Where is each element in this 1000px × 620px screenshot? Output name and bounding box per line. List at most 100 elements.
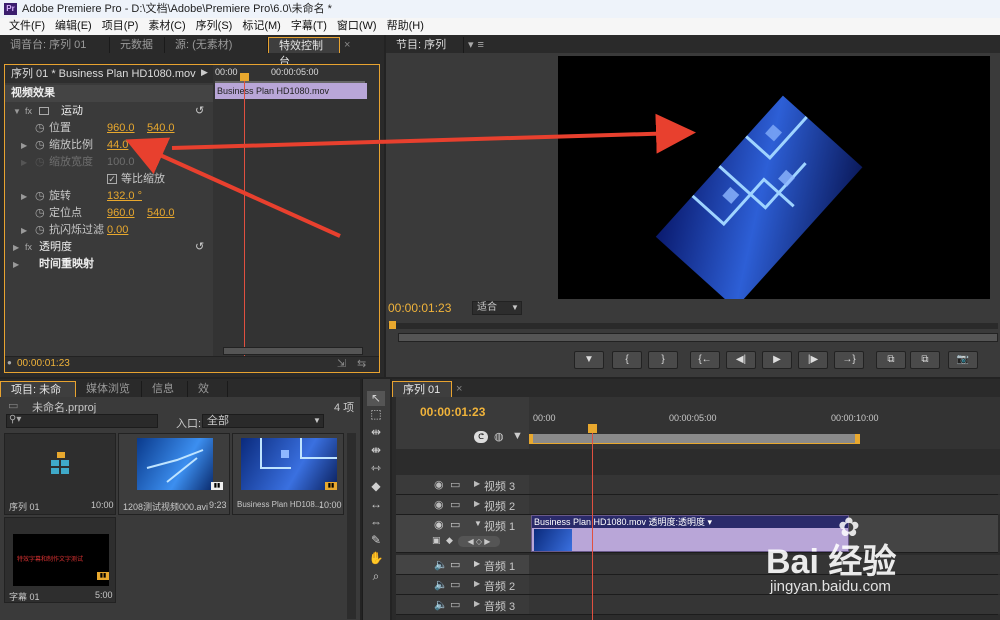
tab-effects[interactable]: 效果: [188, 381, 228, 411]
stopwatch-icon[interactable]: ◷: [35, 188, 45, 205]
speaker-icon[interactable]: 🔈: [434, 578, 448, 591]
expand-triangle-icon[interactable]: ▶: [474, 579, 480, 588]
expand-triangle-icon[interactable]: ▶: [13, 256, 19, 273]
add-marker-button[interactable]: ▼: [574, 351, 604, 369]
project-item-avi[interactable]: ▮▮ 1208测试视频000.avi 9:23: [118, 433, 230, 515]
marker-globe-icon[interactable]: ◍: [494, 430, 504, 443]
stopwatch-icon[interactable]: ◷: [35, 137, 45, 154]
work-area-end-handle[interactable]: [855, 434, 860, 444]
tab-audio-mixer[interactable]: 调音台: 序列 01: [0, 37, 110, 53]
program-video-frame[interactable]: [558, 56, 990, 299]
stopwatch-icon[interactable]: ◷: [35, 205, 45, 222]
menu-marker[interactable]: 标记(M): [237, 18, 286, 35]
ripple-edit-tool-icon[interactable]: ⇹: [367, 425, 385, 440]
menu-clip[interactable]: 素材(C): [143, 18, 190, 35]
tab-effect-controls[interactable]: 特效控制台: [268, 37, 340, 68]
reset-icon[interactable]: ↺: [195, 239, 204, 256]
position-y-value[interactable]: 540.0: [147, 120, 175, 137]
track-select-tool-icon[interactable]: ⬚: [367, 407, 385, 422]
tab-project[interactable]: 项目: 未命名: [0, 381, 76, 412]
expand-triangle-icon[interactable]: ▶: [474, 479, 480, 488]
keyframe-display-icon[interactable]: ▣: [432, 535, 441, 546]
export-frame-button[interactable]: 📷: [948, 351, 978, 369]
expand-triangle-icon[interactable]: ▶: [21, 188, 27, 205]
expand-triangle-icon[interactable]: ▼: [13, 103, 21, 120]
speaker-icon[interactable]: 🔈: [434, 598, 448, 611]
expand-triangle-icon[interactable]: ▶: [21, 137, 27, 154]
speaker-icon[interactable]: 🔈: [434, 558, 448, 571]
panel-menu-icon[interactable]: ×: [340, 37, 350, 53]
keyframe-toggle[interactable]: ◀ ◇ ▶: [458, 536, 500, 547]
rate-stretch-tool-icon[interactable]: ⇿: [367, 461, 385, 476]
rotation-value[interactable]: 132.0 °: [107, 188, 142, 205]
keyframe-nav-icon[interactable]: ◆: [446, 535, 453, 546]
lock-icon[interactable]: ▭: [450, 498, 460, 511]
track-video-3[interactable]: ◉ ▭ ▶ 视频 3: [396, 475, 1000, 495]
entry-dropdown[interactable]: 全部 ▼: [202, 414, 324, 428]
mark-out-button[interactable]: }: [648, 351, 678, 369]
extract-button[interactable]: ⧉: [910, 351, 940, 369]
work-area-bar[interactable]: [529, 434, 857, 444]
motion-transform-icon[interactable]: [39, 107, 49, 115]
lock-icon[interactable]: ▭: [450, 578, 460, 591]
play-button[interactable]: ▶: [762, 351, 792, 369]
add-marker-icon[interactable]: ▼: [512, 430, 523, 442]
stopwatch-icon[interactable]: ◷: [35, 120, 45, 137]
project-search-input[interactable]: ⚲▾: [6, 414, 158, 428]
menu-project[interactable]: 项目(P): [97, 18, 144, 35]
menu-file[interactable]: 文件(F): [4, 18, 50, 35]
go-to-out-button[interactable]: →}: [834, 351, 864, 369]
loop-icon[interactable]: ⇆: [357, 357, 366, 370]
uniform-scale-checkbox[interactable]: ✓: [107, 174, 117, 184]
motion-row[interactable]: ▼ fx 运动 ↺: [5, 103, 213, 120]
work-area-start-handle[interactable]: [529, 434, 533, 444]
menu-help[interactable]: 帮助(H): [382, 18, 429, 35]
time-remap-row[interactable]: ▶ 时间重映射: [5, 256, 213, 273]
close-icon[interactable]: ×: [452, 381, 462, 397]
tab-metadata[interactable]: 元数据: [110, 37, 165, 53]
play-only-clip-icon[interactable]: ▶: [201, 67, 208, 78]
lift-button[interactable]: ⧉: [876, 351, 906, 369]
project-scrollbar[interactable]: [347, 433, 356, 619]
timeline-ruler[interactable]: 00:00 00:00:05:00 00:00:10:00: [529, 397, 1000, 449]
expand-triangle-icon[interactable]: ▶: [21, 222, 27, 239]
export-frame-icon[interactable]: ⇲: [337, 357, 346, 370]
effect-playhead-handle[interactable]: [240, 73, 249, 81]
snap-icon[interactable]: ᕦ: [474, 431, 488, 443]
program-scrollbar[interactable]: [398, 333, 998, 342]
program-timecode[interactable]: 00:00:01:23: [388, 301, 451, 315]
project-item-business-plan[interactable]: ▮▮ Business Plan HD108... 10:00: [232, 433, 344, 515]
menu-edit[interactable]: 编辑(E): [50, 18, 97, 35]
program-mini-ruler[interactable]: [388, 323, 998, 329]
stopwatch-icon[interactable]: ◷: [35, 222, 45, 239]
tab-program[interactable]: 节目: 序列 01: [386, 37, 464, 67]
project-item-title[interactable]: 特效字幕和制作文字测试 ▮▮ 字幕 01 5:00: [4, 517, 116, 603]
timeline-playhead-handle[interactable]: [588, 424, 597, 433]
antiflicker-value[interactable]: 0.00: [107, 222, 128, 239]
hand-tool-icon[interactable]: ✋: [367, 551, 385, 566]
project-item-sequence[interactable]: 序列 01 10:00: [4, 433, 116, 515]
track-content[interactable]: [529, 475, 1000, 494]
expand-triangle-icon[interactable]: ▼: [474, 519, 482, 528]
step-forward-button[interactable]: |▶: [798, 351, 828, 369]
position-x-value[interactable]: 960.0: [107, 120, 135, 137]
menu-sequence[interactable]: 序列(S): [191, 18, 238, 35]
anchor-y-value[interactable]: 540.0: [147, 205, 175, 222]
timeline-playhead[interactable]: [592, 433, 593, 620]
effect-zoom-scrollbar[interactable]: [223, 347, 363, 355]
eye-icon[interactable]: ◉: [434, 518, 444, 531]
pen-tool-icon[interactable]: ✎: [367, 533, 385, 548]
expand-triangle-icon[interactable]: ▶: [474, 559, 480, 568]
timeline-timecode[interactable]: 00:00:01:23: [420, 405, 485, 419]
lock-icon[interactable]: ▭: [450, 598, 460, 611]
slip-tool-icon[interactable]: ↔: [367, 497, 385, 512]
scale-value[interactable]: 44.0: [107, 137, 128, 154]
program-playhead-icon[interactable]: [389, 321, 396, 329]
go-to-in-button[interactable]: {←: [690, 351, 720, 369]
zoom-tool-icon[interactable]: ⌕: [367, 569, 385, 584]
razor-tool-icon[interactable]: ◆: [367, 479, 385, 494]
expand-triangle-icon[interactable]: ▶: [474, 499, 480, 508]
step-back-button[interactable]: ◀|: [726, 351, 756, 369]
selection-tool-icon[interactable]: ↖: [367, 391, 385, 406]
effect-playhead[interactable]: [244, 75, 245, 365]
